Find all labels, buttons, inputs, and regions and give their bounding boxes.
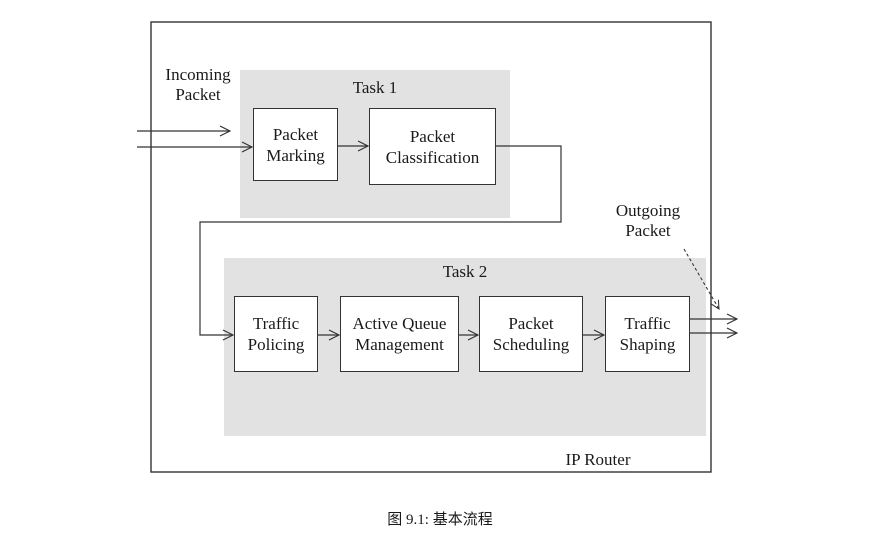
active-queue-management-box: Active Queue Management bbox=[340, 296, 459, 372]
packet-scheduling-box: Packet Scheduling bbox=[479, 296, 583, 372]
traffic-policing-label: Traffic Policing bbox=[247, 314, 305, 354]
task1-title: Task 1 bbox=[352, 78, 398, 97]
ip-router-label: IP Router bbox=[565, 450, 631, 469]
figure-caption: 图 9.1: 基本流程 bbox=[387, 512, 493, 528]
incoming-packet-label: Incoming Packet bbox=[165, 65, 231, 104]
outgoing-packet-label: Outgoing Packet bbox=[615, 201, 681, 240]
packet-classification-label: Packet Classification bbox=[385, 126, 480, 167]
packet-scheduling-label: Packet Scheduling bbox=[492, 314, 570, 354]
traffic-policing-box: Traffic Policing bbox=[234, 296, 318, 372]
active-queue-management-label: Active Queue Management bbox=[352, 314, 447, 354]
task2-title: Task 2 bbox=[442, 262, 488, 281]
packet-marking-box: Packet Marking bbox=[253, 108, 338, 181]
packet-marking-label: Packet Marking bbox=[266, 124, 325, 165]
traffic-shaping-label: Traffic Shaping bbox=[619, 314, 676, 354]
packet-classification-box: Packet Classification bbox=[369, 108, 496, 185]
traffic-shaping-box: Traffic Shaping bbox=[605, 296, 690, 372]
